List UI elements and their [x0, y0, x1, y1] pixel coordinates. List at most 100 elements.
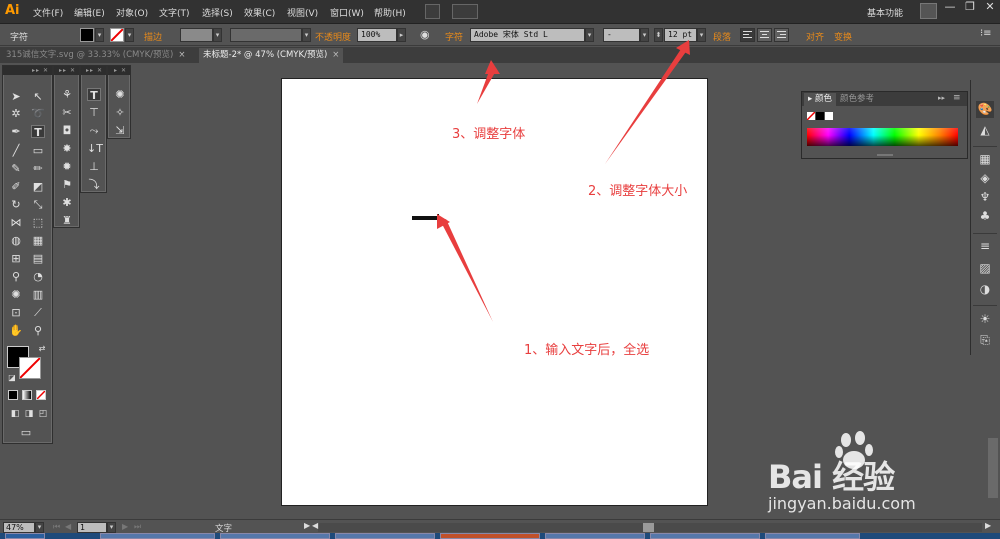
scissors-tool-icon[interactable]: ✂ — [60, 106, 74, 119]
selection-tool-icon[interactable]: ➤ — [9, 90, 23, 103]
draw-behind-icon[interactable]: ◨ — [22, 408, 36, 421]
flag-tool-icon[interactable]: ⚑ — [60, 178, 74, 191]
stroke-label[interactable]: 描边 — [144, 30, 162, 43]
symbol-sprayer-tool-icon[interactable]: ✺ — [9, 288, 23, 301]
font-size-dropdown[interactable]: ▾ — [697, 28, 706, 42]
tab-document-2[interactable]: 未标题-2* @ 47% (CMYK/预览) × — [199, 48, 344, 63]
eraser-tool-icon[interactable]: ◩ — [31, 180, 45, 193]
direct-selection-tool-icon[interactable]: ↖ — [31, 90, 45, 103]
taskbar-item[interactable] — [100, 533, 215, 539]
menu-view[interactable]: 视图(V) — [287, 6, 318, 19]
symbol-shifter-tool-icon[interactable]: ✧ — [113, 106, 127, 119]
menu-effect[interactable]: 效果(C) — [244, 6, 275, 19]
paragraph-label[interactable]: 段落 — [713, 30, 731, 43]
lasso-tool-icon[interactable]: ➰ — [31, 107, 45, 120]
swap-colors-icon[interactable]: ⇄ — [35, 342, 49, 355]
font-size-stepper[interactable]: ⬍ — [654, 28, 663, 42]
align-panel-label[interactable]: 对齐 — [806, 30, 824, 43]
line-tool-icon[interactable]: ╱ — [9, 144, 23, 157]
shape-builder-tool-icon[interactable]: ◍ — [9, 234, 23, 247]
vertical-path-type-tool-icon[interactable]: ⤵ — [87, 178, 101, 191]
first-artboard-icon[interactable]: ⏮ — [53, 522, 60, 532]
character-label[interactable]: 字符 — [445, 30, 463, 43]
zoom-dropdown[interactable]: ▾ — [35, 522, 44, 533]
eyedropper-tool-icon[interactable]: ⚲ — [9, 270, 23, 283]
menu-file[interactable]: 文件(F) — [33, 6, 63, 19]
area-type-tool-icon[interactable]: ⊤ — [87, 106, 101, 119]
workspace-switcher[interactable]: 基本功能 — [867, 6, 903, 19]
panel-resize-grip[interactable] — [877, 154, 893, 156]
draw-inside-icon[interactable]: ◰ — [36, 408, 50, 421]
align-right-button[interactable] — [774, 28, 789, 42]
screen-mode-icon[interactable]: ▭ — [19, 426, 33, 439]
stroke-weight-dropdown[interactable]: ▾ — [213, 28, 222, 42]
gradient-tool-icon[interactable]: ▤ — [31, 252, 45, 265]
color-spectrum[interactable] — [807, 128, 958, 146]
draw-normal-icon[interactable]: ◧ — [8, 408, 22, 421]
tab-document-1[interactable]: 315诚信文字.svg @ 33.33% (CMYK/预览) × — [2, 48, 190, 63]
start-button[interactable] — [5, 533, 45, 539]
font-family-dropdown[interactable]: ▾ — [585, 28, 594, 42]
color-mode-button[interactable] — [8, 390, 18, 400]
gradient-panel-icon[interactable]: ▨ — [976, 260, 994, 277]
wrinkle-tool-icon[interactable]: ♜ — [60, 214, 74, 227]
transparency-panel-icon[interactable]: ◑ — [976, 281, 994, 298]
hand-tool-icon[interactable]: ✋ — [9, 324, 23, 337]
recolor-icon[interactable]: ◉ — [420, 28, 430, 41]
vertical-scroll-thumb[interactable] — [988, 438, 998, 498]
menu-help[interactable]: 帮助(H) — [374, 6, 406, 19]
symbol-scruncher-tool-icon[interactable]: ⇲ — [113, 124, 127, 137]
artboard-number-field[interactable]: 1 — [77, 522, 107, 533]
shape-tool-icon[interactable]: ◘ — [60, 124, 74, 137]
align-center-button[interactable] — [757, 28, 772, 42]
menu-edit[interactable]: 编辑(E) — [74, 6, 105, 19]
close-tab-icon[interactable]: × — [178, 50, 185, 60]
gradient-mode-button[interactable] — [22, 390, 32, 400]
blend-tool-icon[interactable]: ◔ — [31, 270, 45, 283]
pen-tool-icon[interactable]: ✒ — [9, 125, 23, 138]
color-panel-icon[interactable]: 🎨 — [976, 101, 994, 118]
taskbar-item[interactable] — [765, 533, 860, 539]
stroke-swatch[interactable] — [110, 28, 124, 42]
swatches-icon[interactable]: ▦ — [976, 151, 994, 168]
black-swatch[interactable] — [816, 112, 824, 120]
none-swatch[interactable] — [806, 111, 816, 121]
crystallize-tool-icon[interactable]: ✱ — [60, 196, 74, 209]
layers-icon[interactable]: ◈ — [976, 170, 994, 187]
variable-width-field[interactable] — [230, 28, 302, 42]
taskbar-item[interactable] — [545, 533, 645, 539]
type-on-path-tool-icon[interactable]: ⤳ — [87, 124, 101, 137]
panel-grip[interactable]: ▸▸ ✕ — [81, 66, 106, 75]
taskbar-item[interactable] — [335, 533, 435, 539]
slice-tool-icon[interactable]: ⟋ — [31, 306, 45, 319]
opacity-field[interactable]: 100% — [357, 28, 397, 42]
rotate-tool-icon[interactable]: ↻ — [9, 198, 23, 211]
stroke-panel-icon[interactable]: ≡ — [976, 238, 994, 255]
fill-swatch[interactable] — [80, 28, 94, 42]
panel-menu-icon[interactable]: ≡ — [953, 93, 961, 103]
pencil-tool-icon[interactable]: ✏ — [31, 162, 45, 175]
tab-color-guide[interactable]: 颜色参考 — [836, 93, 878, 106]
taskbar-item[interactable] — [220, 533, 330, 539]
status-menu-arrow-icon[interactable]: ▶ — [304, 521, 310, 530]
taskbar-item[interactable] — [440, 533, 540, 539]
type-tool-icon[interactable]: T — [31, 125, 45, 139]
bloat-tool-icon[interactable]: ✹ — [60, 160, 74, 173]
perspective-grid-tool-icon[interactable]: ▦ — [31, 234, 45, 247]
control-bar-menu-icon[interactable]: ⁝≡ — [980, 28, 992, 39]
column-graph-tool-icon[interactable]: ▥ — [31, 288, 45, 301]
align-left-button[interactable] — [740, 28, 755, 42]
font-style-dropdown[interactable]: ▾ — [640, 28, 649, 42]
arrange-documents-button[interactable] — [452, 4, 478, 19]
stroke-color-box[interactable] — [19, 357, 41, 379]
opacity-dropdown[interactable]: ▸ — [397, 28, 406, 42]
artboard-dropdown[interactable]: ▾ — [107, 522, 116, 533]
minimize-button[interactable]: — — [940, 0, 960, 16]
variable-width-dropdown[interactable]: ▾ — [302, 28, 311, 42]
blend-tool-icon[interactable]: ⚘ — [60, 88, 74, 101]
scroll-left-icon[interactable]: ◀ — [312, 521, 318, 530]
magic-wand-tool-icon[interactable]: ✲ — [9, 107, 23, 120]
paintbrush-tool-icon[interactable]: ✎ — [9, 162, 23, 175]
vertical-type-tool-icon[interactable]: ↓T — [87, 142, 103, 155]
next-artboard-icon[interactable]: ▶ — [122, 522, 128, 531]
